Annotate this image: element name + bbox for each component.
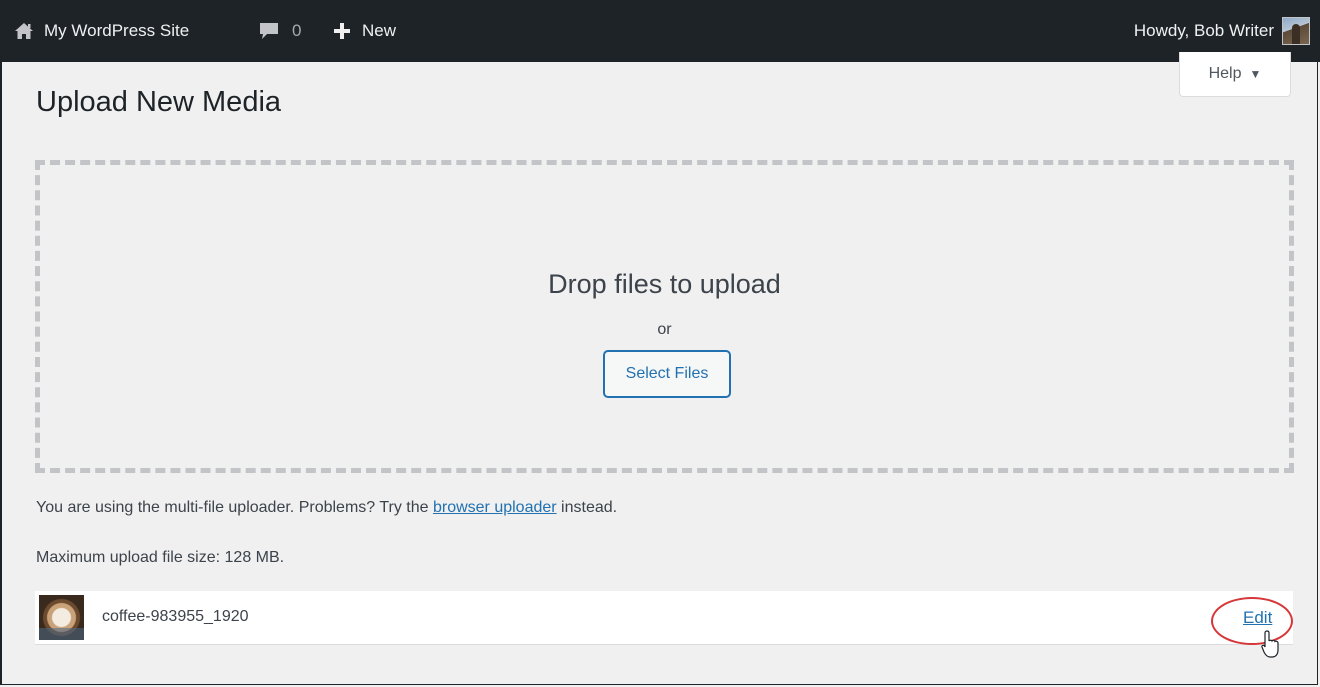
comments-count: 0 — [292, 21, 302, 40]
caret-down-icon: ▼ — [1249, 67, 1262, 81]
user-avatar — [1282, 17, 1310, 45]
admin-bar: My WordPress Site 0 New Howdy, Bob Write… — [0, 0, 1320, 62]
uploader-info-suffix: instead. — [561, 499, 618, 516]
select-files-button[interactable]: Select Files — [604, 351, 730, 397]
hand-pointer-cursor-icon — [1261, 630, 1281, 663]
edit-media-link[interactable]: Edit — [1243, 608, 1272, 628]
media-item-row: coffee-983955_1920 Edit — [35, 591, 1293, 645]
home-icon — [14, 22, 34, 40]
uploader-info: You are using the multi-file uploader. P… — [36, 499, 617, 517]
help-label: Help — [1208, 65, 1242, 82]
admin-bar-new[interactable]: New — [332, 0, 396, 62]
browser-uploader-link[interactable]: browser uploader — [433, 499, 557, 516]
drop-or-text: or — [657, 321, 672, 338]
uploader-info-prefix: You are using the multi-file uploader. P… — [36, 499, 429, 516]
page-title: Upload New Media — [36, 86, 282, 118]
drag-drop-area[interactable]: Drop files to upload or Select Files — [35, 160, 1294, 473]
max-upload-size: Maximum upload file size: 128 MB. — [36, 549, 285, 566]
drop-files-title: Drop files to upload — [548, 269, 781, 299]
new-label: New — [362, 21, 397, 40]
admin-bar-site-link[interactable]: My WordPress Site — [14, 0, 189, 62]
site-name: My WordPress Site — [44, 21, 190, 40]
greeting: Howdy, Bob Writer — [1133, 21, 1274, 40]
comment-bubble-icon — [258, 21, 280, 41]
media-filename: coffee-983955_1920 — [102, 608, 249, 625]
plus-icon — [332, 21, 352, 41]
help-tab-button[interactable]: Help ▼ — [1179, 52, 1291, 97]
admin-bar-comments[interactable]: 0 — [258, 0, 301, 62]
media-thumbnail — [39, 595, 84, 640]
